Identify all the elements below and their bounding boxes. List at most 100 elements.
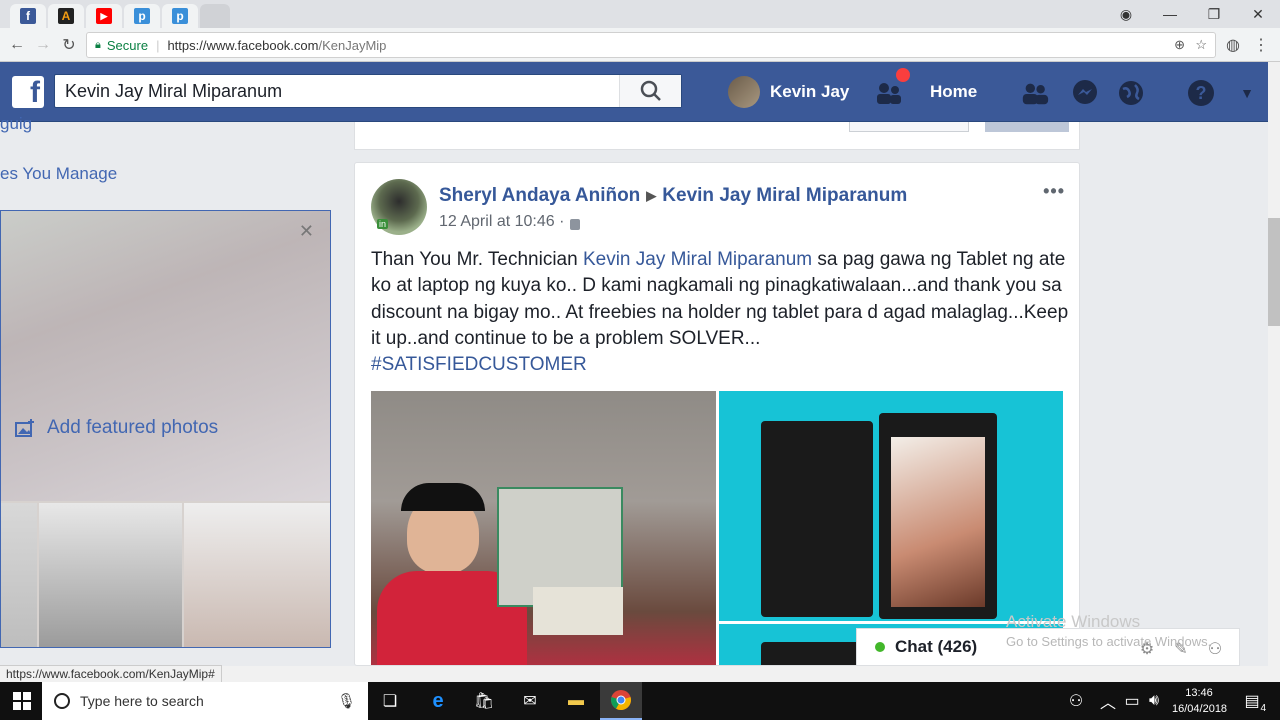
thumbnail[interactable] <box>183 503 330 647</box>
store-icon[interactable]: 🛍︎ <box>472 690 496 712</box>
taskbar-search-input[interactable]: Type here to search 🎙︎ <box>42 682 368 720</box>
search-icon <box>640 80 661 101</box>
restore-icon[interactable]: ❐ <box>1192 0 1236 28</box>
url-input[interactable]: 🔒︎ Secure | https://www.facebook.com/Ken… <box>86 32 1216 58</box>
url-separator: | <box>156 37 160 53</box>
help-icon[interactable]: ? <box>1186 78 1216 108</box>
pages-you-manage-link[interactable]: es You Manage <box>0 164 117 184</box>
close-icon[interactable]: ✕ <box>299 221 314 242</box>
post-photo-tablets[interactable] <box>719 391 1063 621</box>
vertical-scrollbar-thumb[interactable] <box>1268 218 1280 326</box>
photo-tablet-screen <box>891 437 985 607</box>
people-icon[interactable]: ⚇ <box>1064 690 1088 712</box>
show-hidden-icons-chevron[interactable]: ︿ <box>1096 690 1120 712</box>
friend-requests-icon[interactable] <box>874 78 904 108</box>
file-explorer-icon[interactable]: ▬ <box>564 690 588 712</box>
taskbar-clock[interactable]: 13:46 16/04/2018 <box>1172 685 1228 717</box>
tab-p1[interactable]: p <box>124 4 160 28</box>
composer-post-button[interactable] <box>985 122 1069 132</box>
secure-label: Secure <box>106 37 149 53</box>
privacy-lock-icon[interactable] <box>570 218 581 230</box>
activate-windows-watermark: Activate Windows <box>1006 612 1141 631</box>
clock-time: 13:46 <box>1185 687 1213 699</box>
tab-avast[interactable]: A <box>48 4 84 28</box>
forward-icon[interactable]: → <box>32 34 54 56</box>
mail-icon[interactable]: ✉ <box>518 690 542 712</box>
add-featured-photos-button[interactable]: Add featured photos <box>15 417 218 439</box>
home-link[interactable]: Home <box>930 82 977 102</box>
minimize-icon[interactable]: — <box>1148 0 1192 28</box>
taskbar-search-placeholder: Type here to search <box>80 693 204 709</box>
notification-badge <box>896 68 910 82</box>
friends-icon[interactable] <box>1020 78 1050 108</box>
composer-card-bottom <box>354 122 1080 150</box>
hashtag-link[interactable]: #SATISFIEDCUSTOMER <box>371 354 587 375</box>
profile-link[interactable]: Kevin Jay <box>728 76 849 108</box>
mention-link[interactable]: Kevin Jay Miral Miparanum <box>583 249 812 270</box>
post-text-before: Than You Mr. Technician <box>371 249 583 270</box>
task-view-icon[interactable]: ❏ <box>378 690 402 712</box>
windows-start-icon[interactable] <box>10 690 34 712</box>
profile-icon[interactable]: ◉ <box>1104 0 1148 28</box>
p-icon: p <box>134 8 150 24</box>
tab-facebook[interactable]: f <box>10 4 46 28</box>
vertical-scrollbar[interactable] <box>1268 62 1280 666</box>
address-bar-row: ← → ↻ 🔒︎ Secure | https://www.facebook.c… <box>0 28 1280 62</box>
tab-youtube[interactable]: ▶ <box>86 4 122 28</box>
thumbnail[interactable] <box>1 503 37 647</box>
add-photo-icon <box>15 419 34 437</box>
photo-tablet-left <box>761 421 873 617</box>
volume-icon[interactable]: 🔊︎ <box>1142 690 1166 712</box>
new-tab-button[interactable] <box>200 4 230 28</box>
globe-icon[interactable] <box>1116 78 1146 108</box>
windows-taskbar: Type here to search 🎙︎ ❏ e 🛍︎ ✉ ▬ ⚇ ︿ ▭ … <box>0 682 1280 720</box>
facebook-logo-icon[interactable]: f <box>12 76 44 108</box>
partial-text[interactable]: guig <box>0 114 32 134</box>
user-name: Kevin Jay <box>770 82 850 101</box>
composer-secondary-button[interactable] <box>849 122 969 132</box>
microphone-icon[interactable]: 🎙︎ <box>337 692 356 710</box>
left-column: guig es You Manage ✕ Add featured photos <box>0 114 340 666</box>
messenger-icon[interactable] <box>1070 78 1100 108</box>
online-dot-icon <box>875 642 885 652</box>
edge-icon[interactable]: e <box>426 690 450 712</box>
featured-photos-box: ✕ Add featured photos <box>0 210 331 648</box>
youtube-icon: ▶ <box>96 8 112 24</box>
menu-icon[interactable]: ⋮ <box>1250 34 1272 56</box>
post-card: in Sheryl Andaya Aniñon ▶ Kevin Jay Mira… <box>354 162 1080 666</box>
account-menu-chevron-icon[interactable]: ▼ <box>1232 78 1262 108</box>
network-icon[interactable]: ▭ <box>1120 690 1144 712</box>
action-center-icon[interactable]: ▤ 4 <box>1240 690 1266 714</box>
extension-icon[interactable]: ◍ <box>1222 34 1244 56</box>
facebook-icon: f <box>20 8 36 24</box>
svg-text:?: ? <box>1196 83 1207 103</box>
p-icon: p <box>172 8 188 24</box>
bookmark-star-icon[interactable]: ☆ <box>1195 37 1207 53</box>
reload-icon[interactable]: ↻ <box>58 34 80 56</box>
close-window-icon[interactable]: ✕ <box>1236 0 1280 28</box>
author-link[interactable]: Sheryl Andaya Aniñon <box>439 185 640 207</box>
target-link[interactable]: Kevin Jay Miral Miparanum <box>662 185 907 207</box>
chat-label: Chat (426) <box>895 637 978 656</box>
zoom-icon[interactable]: ⊕ <box>1174 37 1185 53</box>
thumbnail[interactable] <box>38 503 182 647</box>
chrome-taskbar-button[interactable] <box>600 682 642 720</box>
url-host: https://www.facebook.com <box>167 37 319 53</box>
facebook-header: f Kevin Jay Miral Miparanum Kevin Jay Ho… <box>0 62 1268 122</box>
chrome-icon <box>611 690 631 711</box>
facebook-search-input[interactable]: Kevin Jay Miral Miparanum <box>54 74 682 108</box>
triangle-right-icon: ▶ <box>646 188 657 203</box>
back-icon[interactable]: ← <box>6 34 28 56</box>
author-avatar[interactable]: in <box>371 179 427 235</box>
photo-person-hair <box>401 483 485 511</box>
search-button[interactable] <box>619 75 681 107</box>
post-photo-technician[interactable] <box>371 391 716 665</box>
tab-p2[interactable]: p <box>162 4 198 28</box>
avast-icon: A <box>58 8 74 24</box>
cortana-icon <box>54 693 70 709</box>
post-text: Than You Mr. Technician Kevin Jay Miral … <box>371 247 1071 378</box>
clock-date: 16/04/2018 <box>1172 703 1228 715</box>
featured-background-image <box>1 211 330 501</box>
post-timestamp[interactable]: 12 April at 10:46 · <box>439 213 564 231</box>
more-options-icon[interactable]: ••• <box>1043 181 1065 202</box>
